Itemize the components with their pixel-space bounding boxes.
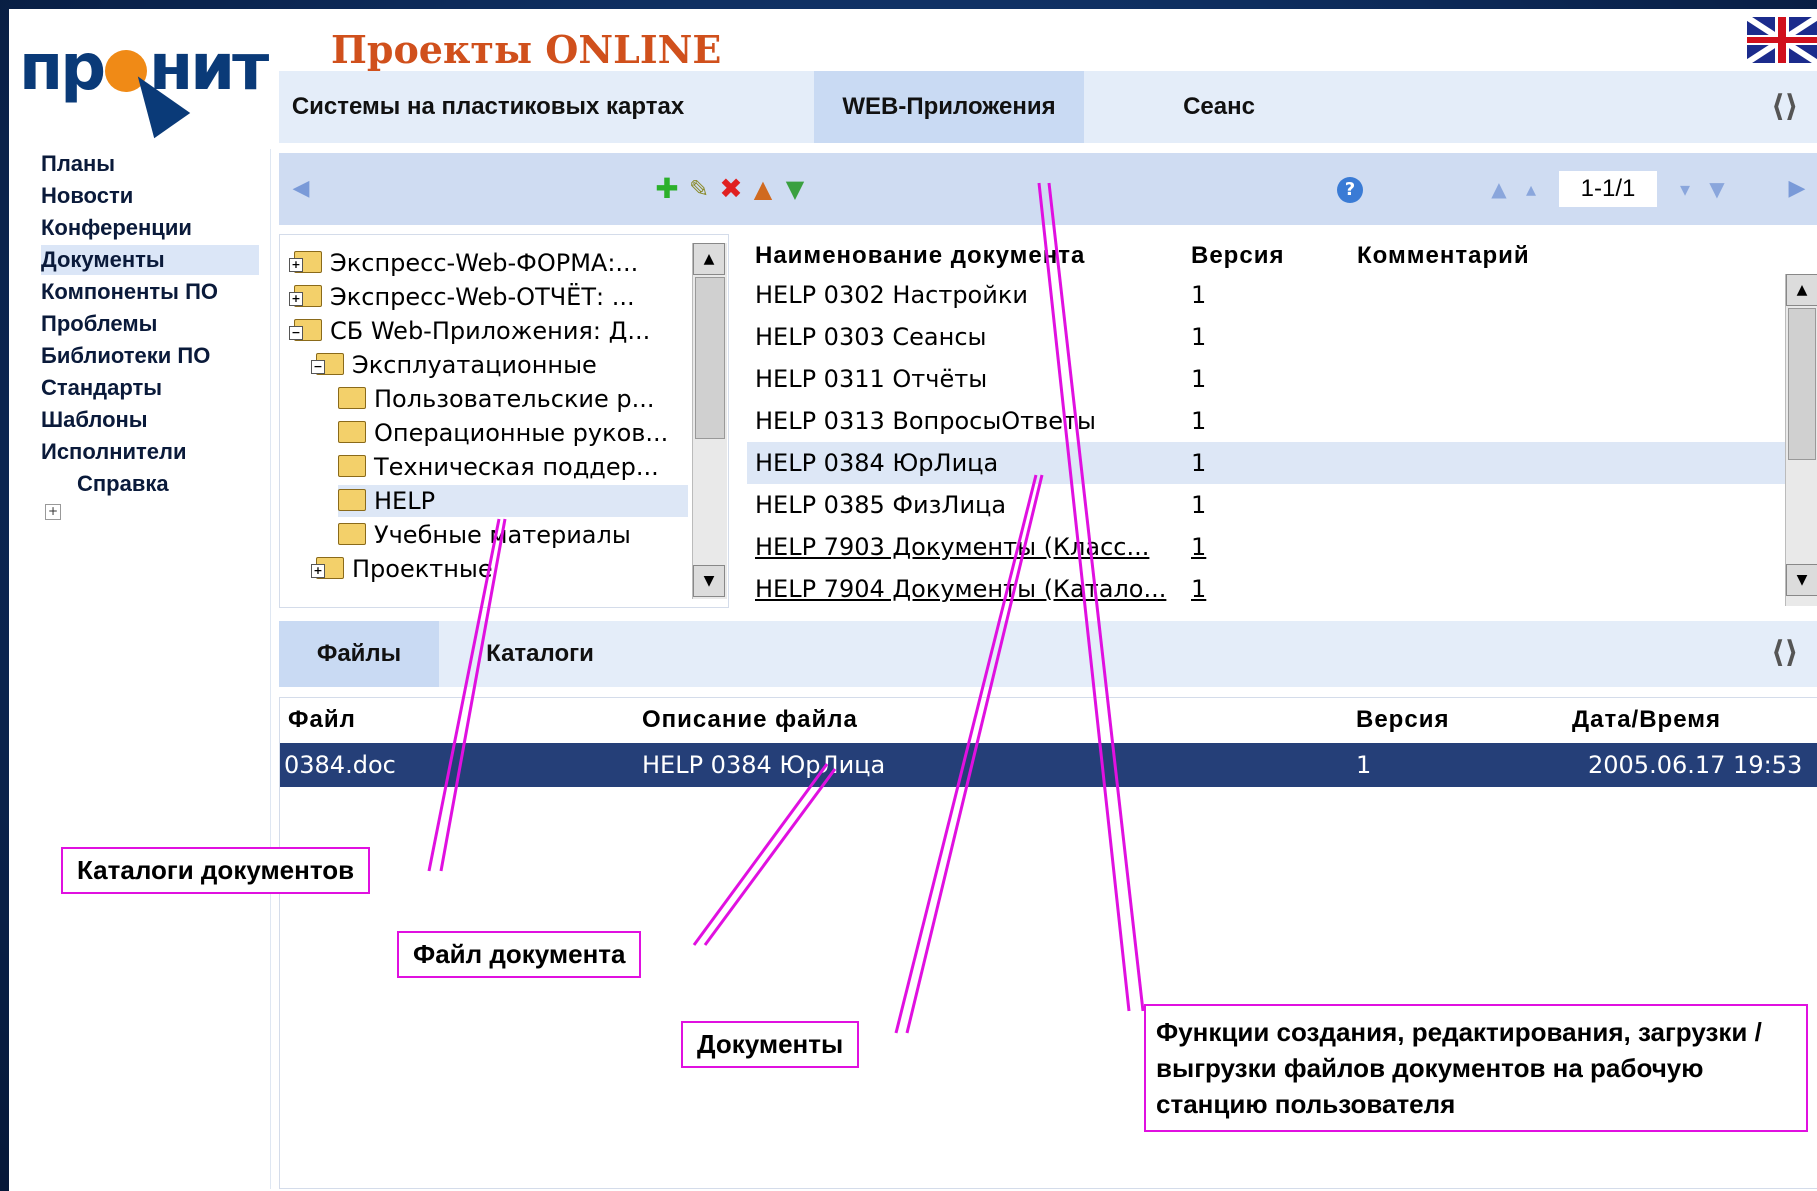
callout-functions: Функции создания, редактирования, загруз… (1144, 1004, 1808, 1132)
callout-file: Файл документа (397, 931, 642, 978)
app-window: пр нит Проекты ONLINE Системы на пластико… (9, 9, 1817, 1191)
callout-documents: Документы (681, 1021, 860, 1068)
callout-catalogs: Каталоги документов (61, 847, 371, 894)
